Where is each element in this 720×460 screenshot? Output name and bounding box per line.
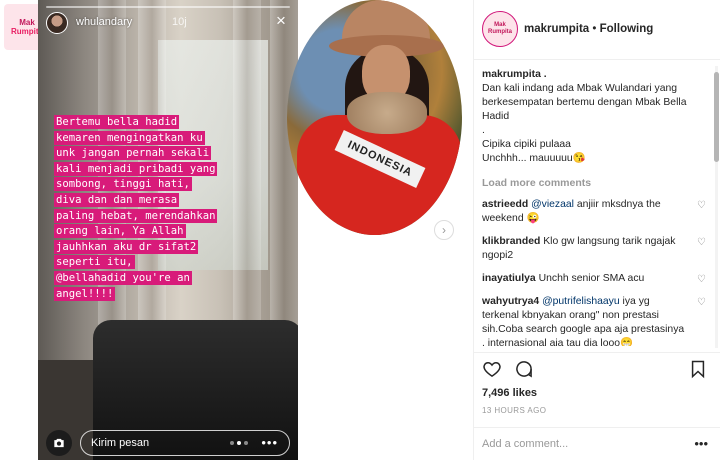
more-options-icon[interactable]: ••• — [694, 436, 708, 451]
post-side-panel: Mak Rumpita makrumpita • Following makru… — [473, 0, 720, 460]
comments-scrollbar[interactable] — [714, 66, 719, 348]
story-avatar[interactable] — [46, 12, 68, 34]
send-message-placeholder: Kirim pesan — [91, 437, 150, 449]
close-icon[interactable]: × — [276, 12, 286, 29]
scrollbar-thumb[interactable] — [714, 72, 719, 162]
story-username[interactable]: whulandary — [76, 16, 132, 28]
caption-line: unk jangan pernah sekali — [54, 146, 212, 161]
heart-icon[interactable]: ♡ — [697, 296, 706, 310]
caption-line: kemaren mengingatkan ku — [54, 130, 205, 145]
story-time: 10j — [172, 16, 187, 28]
comments-list: makrumpita . Dan kali indang ada Mbak Wu… — [482, 68, 710, 346]
story-screenshot: whulandary 10j × Bertemu bella hadid kem… — [38, 0, 298, 460]
caption-line: kali menjadi pribadi yang — [54, 161, 218, 176]
story-caption: Bertemu bella hadid kemaren mengingatkan… — [54, 115, 286, 302]
caption-username[interactable]: makrumpita . — [482, 68, 710, 82]
comment: klikbranded Klo gw langsung tarik ngajak… — [482, 235, 710, 263]
post-actions: 7,496 likes 13 HOURS AGO Add a comment..… — [474, 352, 720, 460]
heart-icon[interactable]: ♡ — [697, 236, 706, 250]
story-progress-bar — [46, 6, 290, 8]
comment-mention[interactable]: @viezaal — [531, 199, 574, 210]
caption-line: sombong, tinggi hati, — [54, 177, 192, 192]
camera-icon[interactable] — [46, 430, 72, 456]
likes-count[interactable]: 7,496 likes — [482, 387, 537, 399]
story-reply-bar: Kirim pesan ••• — [46, 430, 290, 456]
caption-line: Dan kali indang ada Mbak Wulandari yang … — [482, 83, 687, 122]
caption-line: @bellahadid you're an — [54, 270, 192, 285]
caption-line: Unchhh... mauuuuu😘 — [482, 153, 586, 164]
comment: wahyutrya4 @putrifelishaayu iya yg terke… — [482, 295, 710, 346]
post-media: Mak Rumpita whulandary 10j × Bertemu bel… — [0, 0, 473, 460]
add-comment-input[interactable]: Add a comment... — [482, 438, 568, 450]
comment: astrieedd @viezaal anjiir mksdnya the we… — [482, 198, 710, 226]
caption-line: paling hebat, merendahkan — [54, 208, 218, 223]
story-page-dots — [230, 441, 248, 445]
send-message-input[interactable]: Kirim pesan — [80, 430, 290, 456]
profile-avatar[interactable]: Mak Rumpita — [482, 11, 518, 47]
caption-line: Bertemu bella hadid — [54, 115, 180, 129]
caption-line: diva dan dan merasa — [54, 192, 180, 207]
comment-icon[interactable] — [514, 359, 534, 384]
caption-line: angel!!!! — [54, 286, 116, 301]
heart-icon[interactable]: ♡ — [697, 199, 706, 213]
heart-icon[interactable]: ♡ — [697, 273, 706, 287]
comment: inayatiulya Unchh senior SMA acu ♡ — [482, 272, 710, 286]
load-more-comments-button[interactable]: Load more comments — [482, 176, 710, 190]
following-button[interactable]: Following — [600, 23, 654, 35]
more-options-icon[interactable]: ••• — [261, 435, 278, 450]
separator-dot: • — [592, 23, 597, 35]
post-header-text: makrumpita • Following — [524, 23, 653, 35]
add-comment-bar: Add a comment... ••• — [474, 427, 720, 460]
caption-line: Cipika cipiki pulaaa — [482, 139, 571, 150]
caption-line: . — [482, 125, 485, 136]
heart-icon[interactable] — [482, 359, 502, 384]
comment-username[interactable]: wahyutrya4 — [482, 296, 539, 307]
caption-line: orang lain, Ya Allah — [54, 224, 186, 239]
caption-line: seperti itu, — [54, 255, 135, 270]
post-header: Mak Rumpita makrumpita • Following — [474, 0, 720, 60]
bookmark-icon[interactable] — [688, 359, 708, 384]
comment-username[interactable]: klikbranded — [482, 236, 540, 247]
caption-line: jauhhkan aku dr sifat2 — [54, 239, 199, 254]
comment-username[interactable]: astrieedd — [482, 199, 528, 210]
logo-text-line1: Mak — [19, 18, 35, 27]
post-caption: Dan kali indang ada Mbak Wulandari yang … — [482, 82, 710, 166]
comment-text: Unchh senior SMA acu — [535, 273, 645, 284]
account-handle[interactable]: makrumpita — [524, 23, 589, 35]
comment-username[interactable]: inayatiulya — [482, 273, 536, 284]
post-timestamp: 13 HOURS AGO — [482, 406, 547, 415]
miss-indonesia-photo: INDONESIA — [287, 0, 462, 235]
comment-mention[interactable]: @putrifelishaayu — [542, 296, 620, 307]
